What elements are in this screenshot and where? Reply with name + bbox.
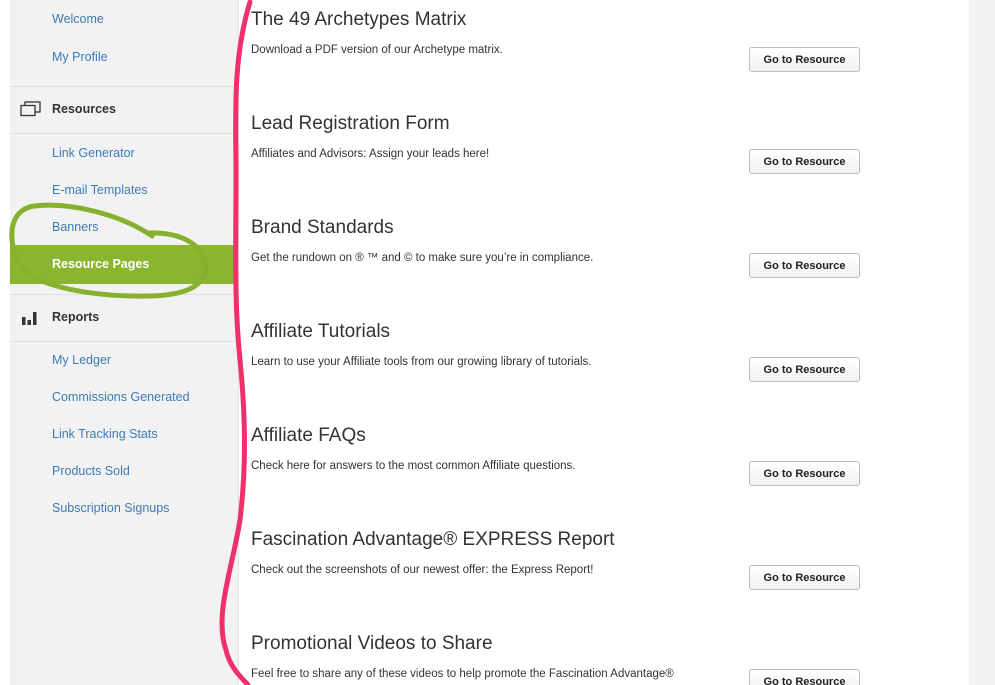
go-to-resource-button[interactable]: Go to Resource bbox=[749, 461, 860, 486]
resource-title: The 49 Archetypes Matrix bbox=[251, 9, 467, 30]
sidebar-item-my-profile[interactable]: My Profile bbox=[52, 50, 108, 64]
resource-description: Learn to use your Affiliate tools from o… bbox=[251, 356, 592, 368]
sidebar-item-link-tracking-stats[interactable]: Link Tracking Stats bbox=[52, 427, 158, 441]
go-to-resource-button[interactable]: Go to Resource bbox=[749, 669, 860, 685]
resource-title: Promotional Videos to Share bbox=[251, 633, 493, 654]
go-to-resource-button[interactable]: Go to Resource bbox=[749, 149, 860, 174]
go-to-resource-button[interactable]: Go to Resource bbox=[749, 47, 860, 72]
sidebar-item-link-generator[interactable]: Link Generator bbox=[52, 146, 135, 160]
resource-description: Check out the screenshots of our newest … bbox=[251, 564, 594, 576]
reports-heading: Reports bbox=[52, 310, 100, 324]
resource-item: Affiliate FAQs Check here for answers to… bbox=[250, 425, 870, 529]
resource-title: Affiliate FAQs bbox=[251, 425, 366, 446]
go-to-resource-button[interactable]: Go to Resource bbox=[749, 565, 860, 590]
resources-heading: Resources bbox=[52, 102, 116, 116]
resource-item: Fascination Advantage® EXPRESS Report Ch… bbox=[250, 529, 870, 633]
sidebar-item-banners[interactable]: Banners bbox=[52, 220, 99, 234]
monitor-icon bbox=[20, 101, 42, 122]
resource-item: Promotional Videos to Share Feel free to… bbox=[250, 633, 870, 685]
resource-description: Affiliates and Advisors: Assign your lea… bbox=[251, 148, 490, 160]
resource-description: Check here for answers to the most commo… bbox=[251, 460, 576, 472]
resource-description: Get the rundown on ® ™ and © to make sur… bbox=[251, 252, 594, 264]
resource-item: Lead Registration Form Affiliates and Ad… bbox=[250, 113, 870, 217]
resources-section-header: Resources bbox=[10, 86, 238, 134]
bar-chart-icon bbox=[20, 310, 42, 331]
sidebar-item-subscription-signups[interactable]: Subscription Signups bbox=[52, 501, 169, 515]
resource-item: The 49 Archetypes Matrix Download a PDF … bbox=[250, 9, 870, 113]
sidebar-item-commissions-generated[interactable]: Commissions Generated bbox=[52, 390, 190, 404]
resource-item: Affiliate Tutorials Learn to use your Af… bbox=[250, 321, 870, 425]
resource-description: Feel free to share any of these videos t… bbox=[251, 668, 674, 680]
sidebar: Welcome My Profile Resources Link Genera… bbox=[10, 0, 239, 685]
sidebar-item-resource-pages-label: Resource Pages bbox=[52, 257, 150, 271]
sidebar-item-resource-pages[interactable]: Resource Pages bbox=[10, 245, 238, 284]
right-gutter bbox=[969, 0, 995, 685]
resource-title: Lead Registration Form bbox=[251, 113, 450, 134]
sidebar-item-my-ledger[interactable]: My Ledger bbox=[52, 353, 111, 367]
resource-title: Brand Standards bbox=[251, 217, 394, 238]
sidebar-item-welcome[interactable]: Welcome bbox=[52, 12, 104, 26]
go-to-resource-button[interactable]: Go to Resource bbox=[749, 253, 860, 278]
go-to-resource-button[interactable]: Go to Resource bbox=[749, 357, 860, 382]
resource-title: Affiliate Tutorials bbox=[251, 321, 391, 342]
resource-title: Fascination Advantage® EXPRESS Report bbox=[251, 529, 615, 550]
resource-list: The 49 Archetypes Matrix Download a PDF … bbox=[250, 0, 970, 685]
sidebar-item-products-sold[interactable]: Products Sold bbox=[52, 464, 130, 478]
resource-item: Brand Standards Get the rundown on ® ™ a… bbox=[250, 217, 870, 321]
reports-section-header: Reports bbox=[10, 294, 238, 342]
resource-description: Download a PDF version of our Archetype … bbox=[251, 44, 503, 56]
sidebar-item-email-templates[interactable]: E-mail Templates bbox=[52, 183, 148, 197]
